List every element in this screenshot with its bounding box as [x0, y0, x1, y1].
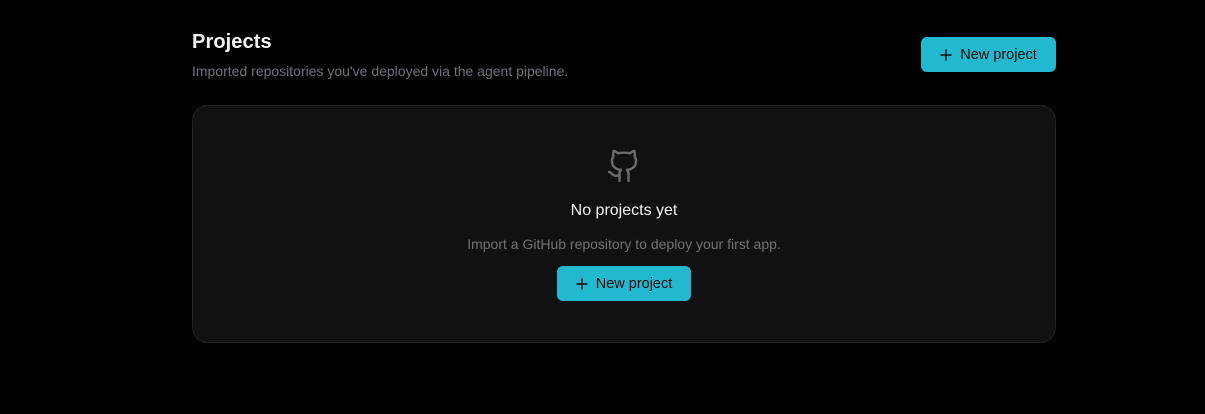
plus-icon: [940, 48, 952, 61]
empty-state-title: No projects yet: [570, 202, 678, 219]
projects-page: Projects Imported repositories you've de…: [0, 0, 1205, 414]
github-icon: [607, 149, 638, 183]
new-project-button[interactable]: New project: [921, 37, 1056, 72]
plus-icon: [576, 277, 588, 290]
new-project-button-label: New project: [960, 46, 1037, 63]
page-header: Projects Imported repositories you've de…: [192, 30, 1056, 82]
empty-state-description: Import a GitHub repository to deploy you…: [467, 236, 781, 252]
empty-state-new-project-button-label: New project: [595, 275, 673, 292]
empty-state-card: No projects yet Import a GitHub reposito…: [192, 105, 1056, 343]
page-subtitle: Imported repositories you've deployed vi…: [192, 63, 569, 79]
page-title: Projects: [192, 31, 272, 53]
empty-state-new-project-button[interactable]: New project: [557, 266, 691, 301]
